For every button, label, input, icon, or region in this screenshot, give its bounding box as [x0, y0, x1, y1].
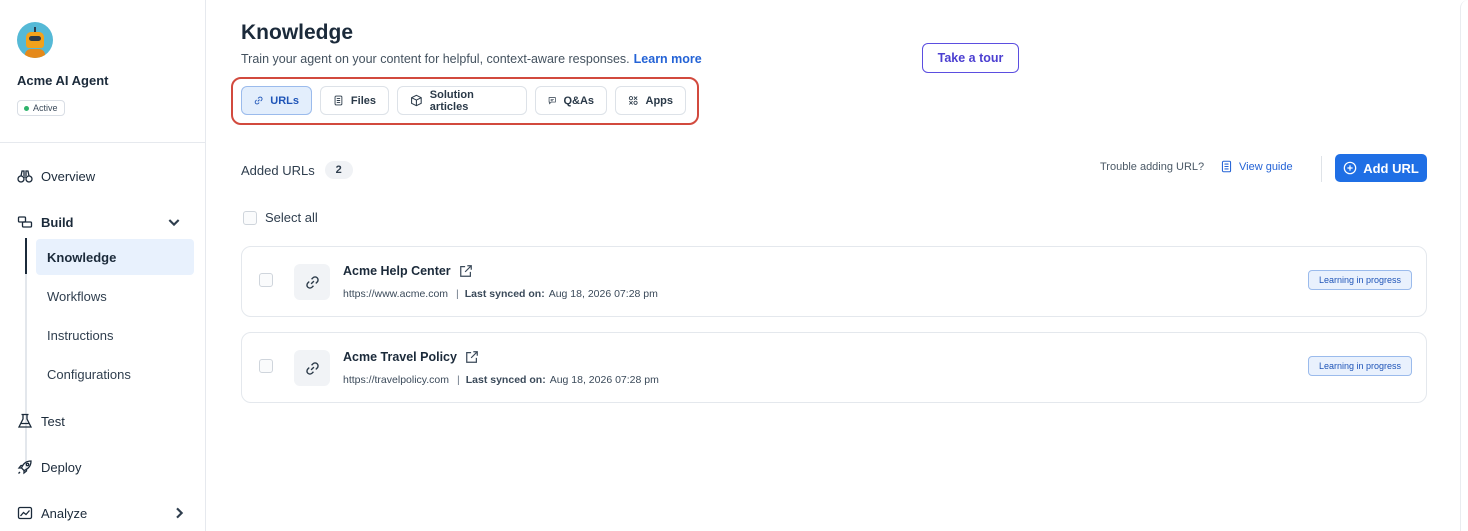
added-urls-header: Added URLs 2 [241, 161, 353, 179]
view-guide-link[interactable]: View guide [1220, 160, 1293, 173]
sidebar: Acme AI Agent Active Overview Build Know… [0, 0, 206, 531]
url-checkbox[interactable] [259, 273, 273, 287]
chevron-right-icon[interactable] [171, 505, 187, 521]
sidebar-subitem-configurations[interactable]: Configurations [36, 356, 194, 392]
rocket-icon [17, 460, 32, 475]
sidebar-item-deploy[interactable]: Deploy [17, 459, 81, 475]
sidebar-subitem-knowledge[interactable]: Knowledge [36, 239, 194, 275]
status-badge: Active [17, 100, 65, 116]
take-tour-button[interactable]: Take a tour [922, 43, 1019, 73]
binoculars-icon [17, 170, 33, 183]
apps-icon [628, 96, 638, 105]
tab-urls[interactable]: URLs [241, 86, 312, 115]
main-content: Knowledge Train your agent on your conte… [206, 0, 1468, 531]
learn-more-link[interactable]: Learn more [634, 52, 702, 66]
learning-status-badge: Learning in progress [1307, 356, 1412, 376]
sidebar-item-label: Overview [41, 168, 96, 184]
external-link-icon[interactable] [465, 350, 479, 364]
subtitle-text: Train your agent on your content for hel… [241, 52, 630, 66]
sidebar-item-overview[interactable]: Overview [17, 168, 95, 184]
tab-apps[interactable]: Apps [615, 86, 686, 115]
sidebar-item-test[interactable]: Test [17, 413, 65, 429]
added-urls-label: Added URLs [241, 162, 315, 178]
trouble-text: Trouble adding URL? [1100, 161, 1205, 173]
url-title-text: Acme Help Center [343, 264, 451, 278]
chat-icon [548, 97, 556, 105]
url-title-text: Acme Travel Policy [343, 350, 457, 364]
page-title: Knowledge [241, 21, 354, 44]
status-label: Active [33, 103, 58, 113]
tab-label: Files [350, 94, 376, 107]
sidebar-item-build[interactable]: Build [17, 214, 179, 230]
synced-label: Last synced on: [465, 374, 546, 386]
sidebar-subitem-workflows[interactable]: Workflows [36, 278, 194, 314]
url-address: https://travelpolicy.com [343, 374, 450, 386]
file-icon [334, 95, 343, 106]
url-link-icon-box [294, 350, 330, 386]
sidebar-subitem-instructions[interactable]: Instructions [36, 317, 194, 353]
synced-value: Aug 18, 2026 07:28 pm [548, 288, 658, 300]
sidebar-item-analyze[interactable]: Analyze [17, 505, 184, 521]
tab-solution-articles[interactable]: Solution articles [397, 86, 527, 115]
plus-circle-icon [1343, 161, 1357, 175]
url-title: Acme Travel Policy [343, 350, 479, 364]
sidebar-item-label: Build [41, 214, 74, 230]
external-link-icon[interactable] [459, 264, 473, 278]
agent-avatar[interactable] [17, 22, 53, 58]
add-url-label: Add URL [1363, 160, 1419, 176]
url-meta: https://travelpolicy.com | Last synced o… [343, 374, 659, 386]
meta-separator: | [456, 288, 459, 300]
sidebar-item-label: Test [41, 413, 65, 429]
link-icon [305, 275, 319, 289]
chart-icon [17, 506, 33, 520]
panel-edge [1460, 0, 1468, 531]
url-card[interactable]: Acme Travel Policy https://travelpolicy.… [241, 332, 1427, 403]
tab-label: URLs [270, 94, 299, 107]
meta-separator: | [457, 374, 460, 386]
learning-status-badge: Learning in progress [1307, 270, 1412, 290]
status-dot-icon [24, 105, 29, 111]
view-guide-label: View guide [1239, 160, 1293, 173]
tab-label: Solution articles [429, 88, 474, 113]
url-meta: https://www.acme.com | Last synced on: A… [343, 288, 658, 300]
add-url-button[interactable]: Add URL [1335, 154, 1427, 182]
tab-qas[interactable]: Q&As [535, 86, 607, 115]
link-icon [305, 361, 319, 375]
synced-label: Last synced on: [464, 288, 545, 300]
tab-label: Q&As [563, 94, 594, 107]
synced-value: Aug 18, 2026 07:28 pm [549, 374, 659, 386]
url-card[interactable]: Acme Help Center https://www.acme.com | … [241, 246, 1427, 317]
agent-block: Acme AI Agent Active [0, 0, 205, 143]
document-icon [1221, 160, 1232, 173]
tab-files[interactable]: Files [320, 86, 389, 115]
select-all-checkbox[interactable] [243, 210, 257, 225]
page-subtitle: Train your agent on your content for hel… [241, 52, 702, 66]
agent-name: Acme AI Agent [17, 73, 109, 88]
select-all-label: Select all [265, 210, 318, 225]
url-checkbox[interactable] [259, 359, 273, 373]
flask-icon [17, 413, 33, 428]
url-title: Acme Help Center [343, 264, 473, 278]
url-address: https://www.acme.com [343, 288, 449, 300]
link-icon [254, 96, 263, 105]
urls-count-badge: 2 [324, 161, 353, 179]
blocks-icon [17, 216, 33, 228]
sidebar-item-label: Analyze [41, 505, 88, 521]
select-all[interactable]: Select all [243, 210, 318, 225]
url-link-icon-box [294, 264, 330, 300]
sidebar-item-label: Deploy [41, 459, 82, 475]
tab-label: Apps [645, 94, 674, 107]
cube-icon [411, 94, 422, 107]
build-subnav-line [25, 238, 27, 471]
header-divider [1321, 156, 1322, 182]
chevron-down-icon[interactable] [166, 214, 182, 230]
